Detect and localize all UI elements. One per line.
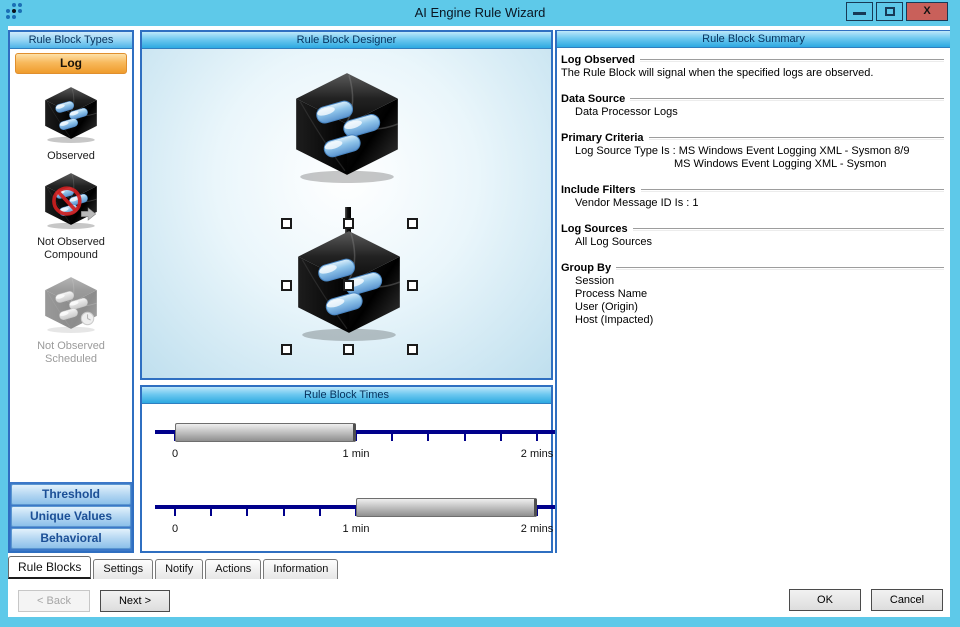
title-bar: AI Engine Rule Wizard X xyxy=(0,0,960,26)
summary-section-primary-criteria: Primary Criteria Log Source Type Is : MS… xyxy=(561,131,944,171)
behavioral-button[interactable]: Behavioral xyxy=(11,528,131,549)
designer-canvas[interactable] xyxy=(142,49,551,378)
section-line: Session xyxy=(561,275,944,288)
selection-handle[interactable] xyxy=(407,218,418,229)
tab-actions[interactable]: Actions xyxy=(205,559,261,579)
summary-section-group-by: Group By Session Process Name User (Orig… xyxy=(561,261,944,327)
section-line: All Log Sources xyxy=(561,236,944,249)
time-slider-1: 0 1 min 2 mins xyxy=(165,417,547,467)
unique-values-button[interactable]: Unique Values xyxy=(11,506,131,527)
tab-information[interactable]: Information xyxy=(263,559,338,579)
selection-handle[interactable] xyxy=(407,344,418,355)
tick-mark xyxy=(500,434,502,441)
back-button: < Back xyxy=(18,590,90,612)
section-line: Data Processor Logs xyxy=(561,106,944,119)
rule-type-label: Observed xyxy=(10,150,132,163)
time-slider-2: 0 1 min 2 mins xyxy=(165,492,547,542)
cube-observed-icon xyxy=(40,82,102,144)
cancel-button[interactable]: Cancel xyxy=(871,589,943,611)
selection-handle[interactable] xyxy=(407,280,418,291)
threshold-button[interactable]: Threshold xyxy=(11,484,131,505)
tick-label: 2 mins xyxy=(521,448,553,460)
summary-section-data-source: Data Source Data Processor Logs xyxy=(561,92,944,119)
tick-mark xyxy=(246,509,248,516)
time-range-handle[interactable] xyxy=(175,423,356,442)
cube-not-observed-compound-icon xyxy=(40,168,102,230)
selection-handle[interactable] xyxy=(281,344,292,355)
summary-section-log-sources: Log Sources All Log Sources xyxy=(561,222,944,249)
rule-block-designer-header: Rule Block Designer xyxy=(142,32,551,49)
section-line: The Rule Block will signal when the spec… xyxy=(561,67,944,80)
log-type-button[interactable]: Log xyxy=(15,53,127,74)
rule-type-group-buttons: Threshold Unique Values Behavioral xyxy=(10,482,132,551)
rule-type-not-observed-compound[interactable]: Not Observed Compound xyxy=(10,168,132,262)
tab-notify[interactable]: Notify xyxy=(155,559,203,579)
rule-block-types-header: Rule Block Types xyxy=(10,32,132,49)
ok-button[interactable]: OK xyxy=(789,589,861,611)
tick-mark xyxy=(319,509,321,516)
tick-mark xyxy=(283,509,285,516)
rule-block-times-header: Rule Block Times xyxy=(142,387,551,404)
rule-block-summary-panel: Rule Block Summary Log Observed The Rule… xyxy=(555,30,950,553)
section-line: Vendor Message ID Is : 1 xyxy=(561,197,944,210)
maximize-button[interactable] xyxy=(876,2,903,21)
selection-handle[interactable] xyxy=(281,280,292,291)
tick-label: 0 xyxy=(172,448,178,460)
window-title: AI Engine Rule Wizard xyxy=(0,5,960,20)
close-button[interactable]: X xyxy=(906,2,948,21)
rule-block-types-panel: Rule Block Types Log Observed Not Observ… xyxy=(8,30,134,553)
tick-mark xyxy=(391,434,393,441)
section-line: Process Name xyxy=(561,288,944,301)
section-title: Include Filters xyxy=(561,184,636,196)
section-line: Host (Impacted) xyxy=(561,314,944,327)
tick-mark xyxy=(536,434,538,441)
rule-block-times-panel: Rule Block Times 0 1 min 2 mins 0 1 min … xyxy=(140,385,553,553)
section-line: Log Source Type Is : MS Windows Event Lo… xyxy=(561,145,944,158)
ai-engine-rule-wizard-window: AI Engine Rule Wizard X Rule Block Types… xyxy=(0,0,960,627)
tick-label: 2 mins xyxy=(521,523,553,535)
rule-block-designer-panel: Rule Block Designer xyxy=(140,30,553,380)
tick-label: 0 xyxy=(172,523,178,535)
dialog-content: Rule Block Types Log Observed Not Observ… xyxy=(8,26,950,617)
tab-settings[interactable]: Settings xyxy=(93,559,153,579)
section-line: MS Windows Event Logging XML - Sysmon xyxy=(561,158,944,171)
minimize-icon xyxy=(853,12,866,15)
source-cube-icon[interactable] xyxy=(286,63,408,185)
next-button[interactable]: Next > xyxy=(100,590,170,612)
rule-type-label: Not Observed Compound xyxy=(10,236,132,262)
tick-mark xyxy=(174,509,176,516)
maximize-icon xyxy=(885,7,895,16)
summary-section-log-observed: Log Observed The Rule Block will signal … xyxy=(561,53,944,80)
rule-block-summary-header: Rule Block Summary xyxy=(557,31,950,48)
tick-label: 1 min xyxy=(343,523,370,535)
minimize-button[interactable] xyxy=(846,2,873,21)
selection-handle[interactable] xyxy=(343,280,354,291)
selection-handle[interactable] xyxy=(343,344,354,355)
tick-label: 1 min xyxy=(343,448,370,460)
section-title: Log Observed xyxy=(561,54,635,66)
tick-mark xyxy=(210,509,212,516)
section-title: Group By xyxy=(561,262,611,274)
tick-mark xyxy=(464,434,466,441)
wizard-tabbar: Rule Blocks Settings Notify Actions Info… xyxy=(8,556,340,579)
section-title: Log Sources xyxy=(561,223,628,235)
rule-type-observed[interactable]: Observed xyxy=(10,82,132,163)
selection-handle[interactable] xyxy=(343,218,354,229)
time-range-handle[interactable] xyxy=(356,498,537,517)
summary-section-include-filters: Include Filters Vendor Message ID Is : 1 xyxy=(561,183,944,210)
rule-type-label: Not Observed Scheduled xyxy=(10,340,132,366)
selection-handle[interactable] xyxy=(281,218,292,229)
section-title: Primary Criteria xyxy=(561,132,644,144)
tab-rule-blocks[interactable]: Rule Blocks xyxy=(8,556,91,579)
rule-type-not-observed-scheduled: Not Observed Scheduled xyxy=(10,272,132,366)
tick-mark xyxy=(427,434,429,441)
section-line: User (Origin) xyxy=(561,301,944,314)
section-title: Data Source xyxy=(561,93,625,105)
cube-not-observed-scheduled-icon xyxy=(40,272,102,334)
